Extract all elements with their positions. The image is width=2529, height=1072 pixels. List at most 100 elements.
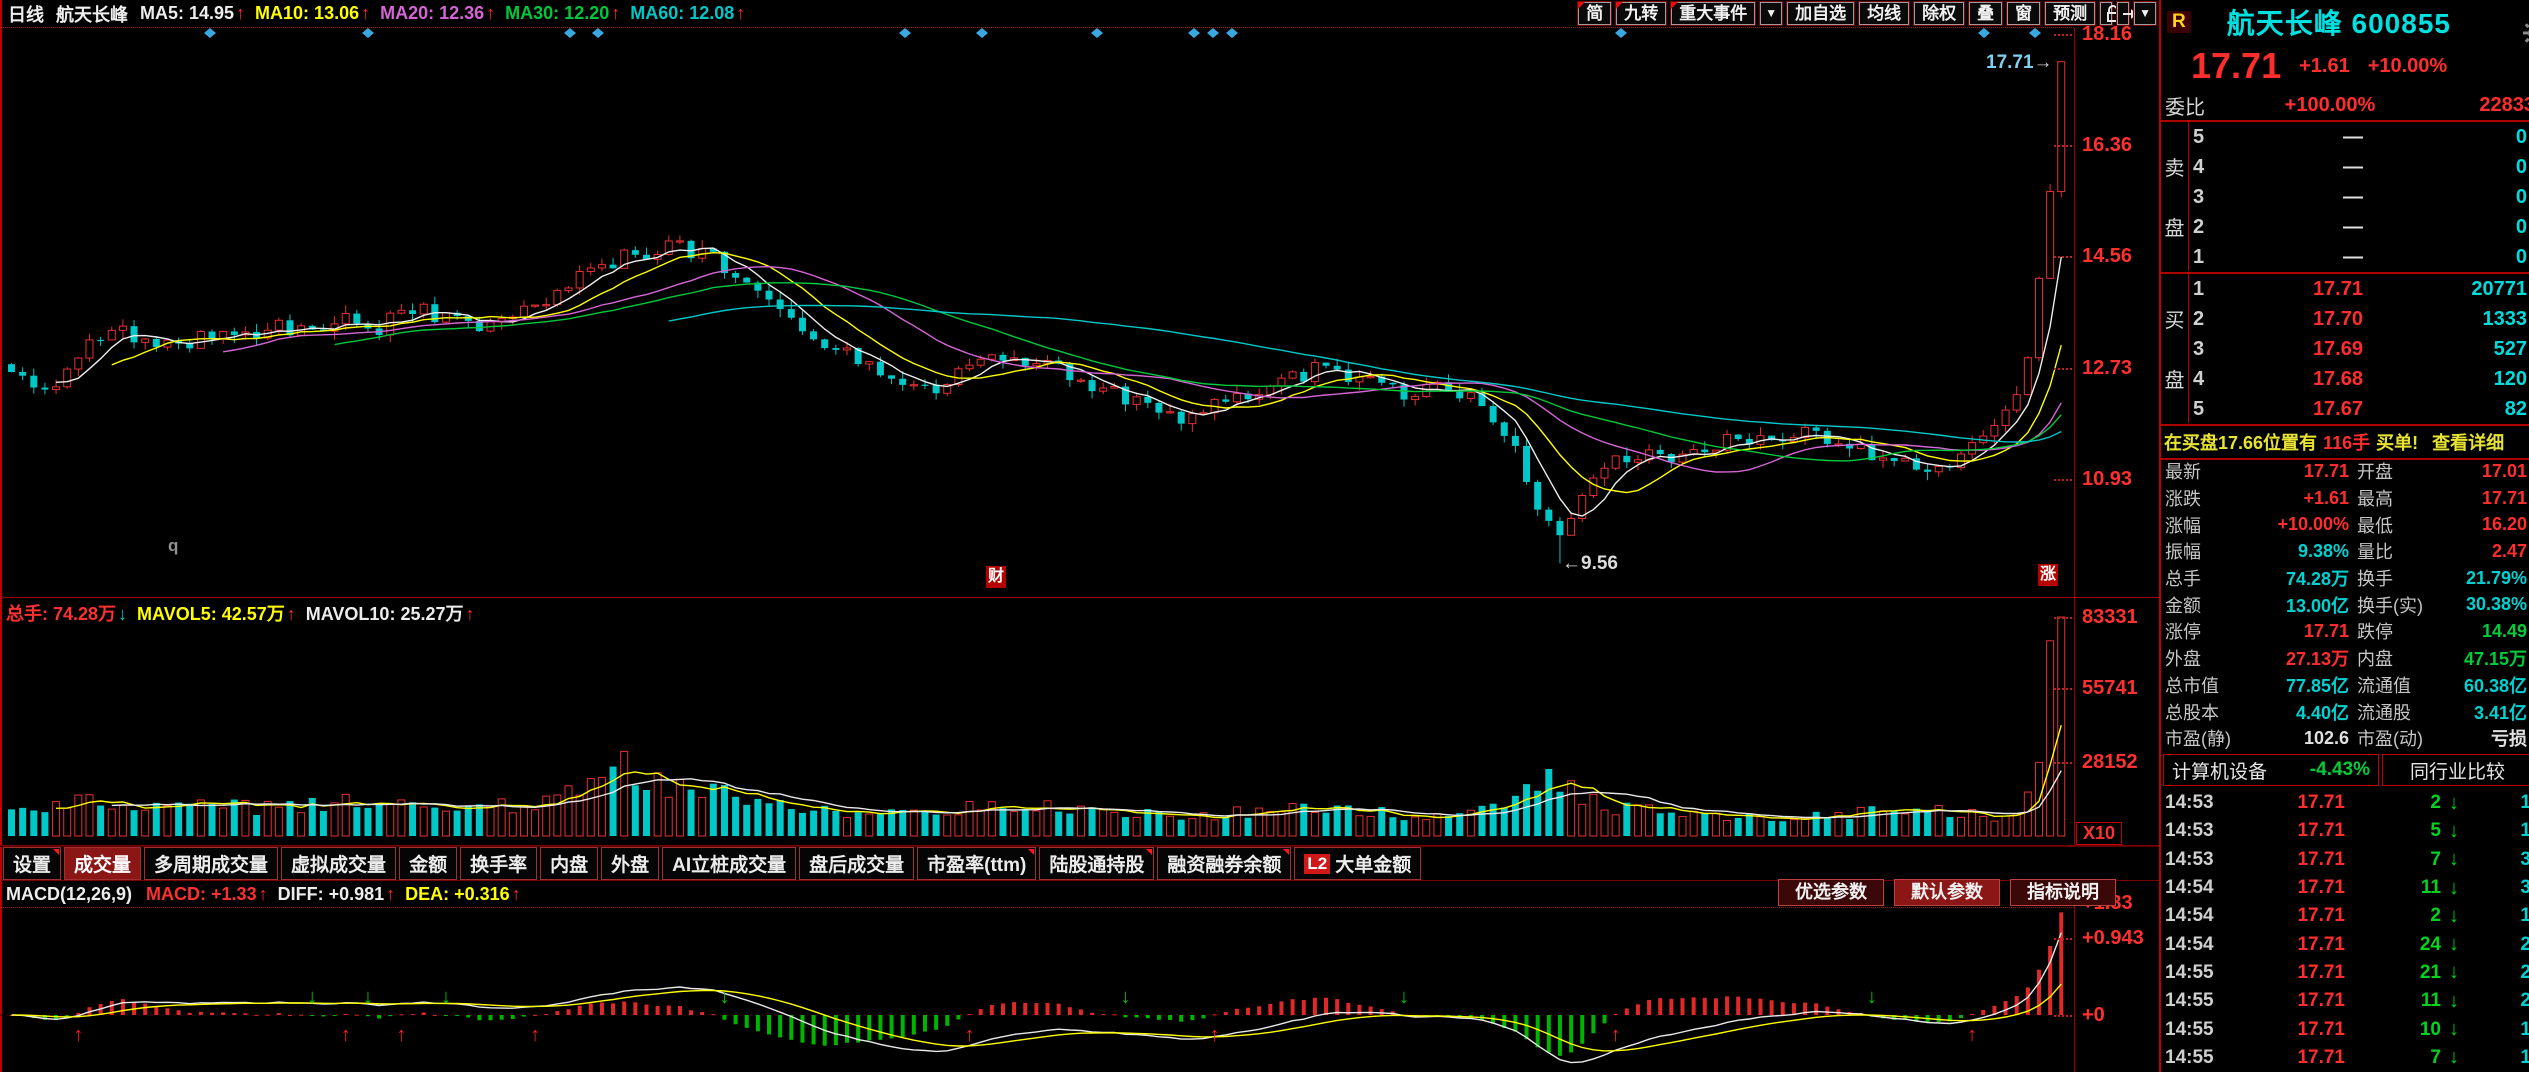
orderbook-row: 1—0 [2189,242,2529,272]
toolbar-button-窗[interactable]: 窗 [2007,2,2040,25]
svg-text:↑: ↑ [1967,1024,1977,1046]
svg-text:↓: ↓ [307,986,317,1008]
toolbar-button-九转[interactable]: 九转 [1616,2,1666,25]
detail-row: 涨停17.71跌停14.49 [2161,618,2529,645]
toolbar-button-预测[interactable]: 预测 [2045,2,2095,25]
toolbar-button-重大事件[interactable]: 重大事件 [1671,2,1755,25]
dropdown-caret-button[interactable]: ▼ [1760,2,1782,25]
tab-内盘[interactable]: 内盘 [540,847,598,880]
period-selector[interactable]: 日线 [8,1,44,27]
macd-buttons: 优选参数默认参数指标说明 [1768,879,2116,906]
tab-多周期成交量[interactable]: 多周期成交量 [144,847,278,880]
volume-chart[interactable] [0,598,2074,845]
toolbar-button-除权[interactable]: 除权 [1914,2,1964,25]
cai-event-badge[interactable]: 财 [986,566,1006,588]
price-axis-label-2: 14.56 [2082,245,2132,267]
volume-header-item-2: MAVOL10: 25.27万↑ [306,604,475,624]
sector-row: 计算机设备 -4.43% 同行业比较 [2161,754,2529,786]
macd-header-item-1: DIFF: +0.981↑ [278,884,396,904]
svg-text:↑: ↑ [73,1024,83,1046]
stock-name-label: 航天长峰 [56,1,128,27]
orderbook-row: 3—0 [2189,182,2529,212]
toolbar-button-简[interactable]: 简 [1578,2,1611,25]
macd-button-指标说明[interactable]: 指标说明 [2010,879,2116,906]
tab-金额[interactable]: 金额 [399,847,457,880]
weicha-value: 22833 [2435,94,2529,117]
macd-button-默认参数[interactable]: 默认参数 [1894,879,2000,906]
chart-header-bar: 日线 航天长峰 MA5: 14.95↑MA10: 13.06↑MA20: 12.… [0,0,2168,27]
ma-value-3: MA30: 12.20↑ [505,3,620,23]
svg-text:↑: ↑ [1210,1024,1220,1046]
weibi-label: 委比 [2165,91,2225,120]
tick-row: 14:5417.7111↓3 [2161,874,2529,902]
tab-外盘[interactable]: 外盘 [601,847,659,880]
orderbook-row: 317.69527 [2189,334,2529,364]
tab-融资融券余额[interactable]: 融资融券余额 [1157,847,1291,880]
industry-compare-button[interactable]: 同行业比较 [2382,754,2529,786]
r-margin-badge: R [2167,11,2191,33]
tab-陆股通持股[interactable]: 陆股通持股 [1039,847,1154,880]
tab-大单金额[interactable]: L2大单金额 [1294,847,1421,880]
detail-row: 涨幅+10.00%最低16.20 [2161,511,2529,538]
macd-formula-label: MACD(12,26,9) [6,884,132,905]
volume-axis-tick [2054,617,2072,619]
volume-axis-tick [2054,688,2072,690]
high-price-annotation: 17.71→ [1986,52,2053,74]
volume-axis-label-0: 83331 [2082,606,2138,628]
volume-scale-label: X10 [2076,822,2122,845]
sector-box[interactable]: 计算机设备 -4.43% [2163,754,2379,786]
ma-value-1: MA10: 13.06↑ [255,3,370,23]
ma-value-4: MA60: 12.08↑ [630,3,745,23]
tick-row: 14:5517.717↓1 [2161,1044,2529,1072]
volume-header-item-1: MAVOL5: 42.57万↑ [137,604,296,624]
detail-row: 金额13.00亿换手(实)30.38% [2161,591,2529,618]
detail-row: 总手74.28万换手21.79% [2161,565,2529,592]
tab-虚拟成交量[interactable]: 虚拟成交量 [281,847,396,880]
macd-header-item-0: MACD: +1.33↑ [146,884,268,904]
detail-row: 外盘27.13万内盘47.15万 [2161,645,2529,672]
lock-icon[interactable] [2100,2,2112,25]
macd-values: MACD: +1.33↑DIFF: +0.981↑DEA: +0.316↑ [146,884,531,905]
zhang-event-badge[interactable]: 涨 [2038,564,2058,586]
macd-chart[interactable]: ↑↓↑↓↑↓↑↓↑↓↑↓↑↓↑ [0,880,2074,1072]
candlestick-chart[interactable] [0,28,2074,597]
toolbar-button-叠[interactable]: 叠 [1969,2,2002,25]
ma-value-0: MA5: 14.95↑ [140,3,245,23]
detail-row: 振幅9.38%量比2.47 [2161,538,2529,565]
tick-list: 14:5317.712↓114:5317.715↓114:5317.717↓31… [2161,789,2529,1072]
orderbook-row: 5—0 [2189,122,2529,152]
app-root: 日线 航天长峰 MA5: 14.95↑MA10: 13.06↑MA20: 12.… [0,0,2529,1072]
quote-panel: R 航天长峰 600855 17.71 +1.61 +10.00% 委比 +10… [2159,0,2529,1072]
quote-stock-name: 航天长峰 600855 [2227,2,2451,42]
tab-AI立桩成交量[interactable]: AI立桩成交量 [662,847,796,880]
tab-设置[interactable]: 设置 [3,847,61,880]
macd-button-优选参数[interactable]: 优选参数 [1778,879,1884,906]
dropdown-caret-button[interactable]: ▼ [2134,2,2156,25]
svg-text:↓: ↓ [441,986,451,1008]
weibi-value: +100.00% [2225,94,2435,117]
sector-name: 计算机设备 [2172,757,2267,784]
sector-change: -4.43% [2310,759,2370,781]
price-axis-tick [2054,479,2072,481]
tab-换手率[interactable]: 换手率 [460,847,537,880]
view-detail-link[interactable]: 查看详细 [2432,429,2504,455]
tick-row: 14:5517.7111↓2 [2161,987,2529,1015]
price-axis-label-1: 16.36 [2082,134,2132,156]
svg-text:↓: ↓ [363,986,373,1008]
svg-text:↑: ↑ [530,1024,540,1046]
jump-right-icon[interactable] [2117,2,2129,25]
volume-axis-tick [2054,762,2072,764]
macd-axis-label-1: +0.943 [2082,927,2144,949]
toolbar-button-均线[interactable]: 均线 [1859,2,1909,25]
detail-row: 总市值77.85亿流通值60.38亿 [2161,672,2529,699]
tab-成交量[interactable]: 成交量 [64,847,141,880]
tab-盘后成交量[interactable]: 盘后成交量 [799,847,914,880]
svg-text:↓: ↓ [719,986,729,1008]
price-axis-label-4: 10.93 [2082,468,2132,490]
toolbar-button-加自选[interactable]: 加自选 [1787,2,1854,25]
price-axis-tick [2054,145,2072,147]
tick-row: 14:5317.712↓1 [2161,789,2529,817]
volume-header: 总手: 74.28万↓MAVOL5: 42.57万↑MAVOL10: 25.27… [6,600,485,626]
orderbook-row: 4—0 [2189,152,2529,182]
tab-市盈率(ttm)[interactable]: 市盈率(ttm) [917,847,1036,880]
